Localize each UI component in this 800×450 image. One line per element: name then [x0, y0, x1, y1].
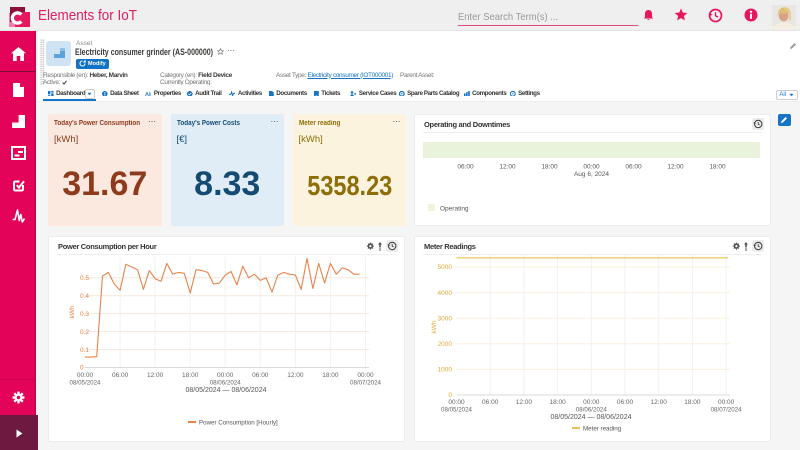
- svg-text:06:00: 06:00: [617, 399, 634, 406]
- svg-text:18:00: 18:00: [182, 372, 199, 379]
- svg-text:08/07/2024: 08/07/2024: [711, 407, 743, 414]
- svg-text:00:00: 00:00: [718, 399, 735, 406]
- svg-text:12:00: 12:00: [651, 399, 668, 406]
- svg-text:1000: 1000: [438, 367, 453, 374]
- svg-text:kWh: kWh: [69, 305, 76, 318]
- svg-text:00:00: 00:00: [583, 164, 600, 171]
- svg-text:0: 0: [80, 365, 84, 372]
- svg-text:06:00: 06:00: [112, 372, 129, 379]
- svg-text:18:00: 18:00: [549, 399, 566, 406]
- svg-text:00:00: 00:00: [217, 372, 234, 379]
- svg-text:kWh: kWh: [431, 320, 438, 333]
- svg-text:18:00: 18:00: [684, 399, 701, 406]
- svg-text:0: 0: [448, 392, 452, 399]
- svg-text:00:00: 00:00: [357, 372, 374, 379]
- svg-text:0.4: 0.4: [80, 293, 89, 300]
- svg-text:12:00: 12:00: [516, 399, 533, 406]
- svg-text:06:00: 06:00: [457, 164, 474, 171]
- svg-text:18:00: 18:00: [709, 164, 726, 171]
- svg-text:0.5: 0.5: [80, 275, 89, 282]
- svg-text:06:00: 06:00: [482, 399, 499, 406]
- svg-text:18:00: 18:00: [322, 372, 339, 379]
- svg-text:06:00: 06:00: [252, 372, 269, 379]
- svg-text:00:00: 00:00: [448, 399, 465, 406]
- svg-text:08/07/2024: 08/07/2024: [350, 380, 382, 387]
- svg-text:Operating: Operating: [440, 206, 469, 213]
- svg-text:08/05/2024: 08/05/2024: [70, 380, 102, 387]
- svg-text:12:00: 12:00: [147, 372, 164, 379]
- svg-text:12:00: 12:00: [499, 164, 516, 171]
- svg-text:08/06/2024: 08/06/2024: [210, 380, 242, 387]
- svg-text:Meter reading: Meter reading: [583, 426, 622, 433]
- svg-text:08/05/2024: 08/05/2024: [441, 407, 473, 414]
- svg-text:0.3: 0.3: [80, 311, 89, 318]
- svg-text:0.1: 0.1: [80, 347, 89, 354]
- svg-text:08/06/2024: 08/06/2024: [576, 407, 608, 414]
- svg-text:12:00: 12:00: [667, 164, 684, 171]
- svg-text:5000: 5000: [438, 264, 453, 271]
- svg-text:06:00: 06:00: [625, 164, 642, 171]
- svg-text:Power Consumption [Hourly]: Power Consumption [Hourly]: [199, 420, 278, 427]
- svg-text:18:00: 18:00: [541, 164, 558, 171]
- svg-text:Aug 6, 2024: Aug 6, 2024: [574, 171, 609, 178]
- svg-text:4000: 4000: [438, 290, 453, 297]
- svg-text:00:00: 00:00: [583, 399, 600, 406]
- svg-text:08/05/2024 — 08/06/2024: 08/05/2024 — 08/06/2024: [186, 387, 267, 394]
- svg-text:0.2: 0.2: [80, 329, 89, 336]
- svg-text:3000: 3000: [438, 315, 453, 322]
- svg-text:12:00: 12:00: [287, 372, 304, 379]
- svg-text:00:00: 00:00: [77, 372, 94, 379]
- svg-text:2000: 2000: [438, 341, 453, 348]
- svg-text:08/05/2024 — 08/06/2024: 08/05/2024 — 08/06/2024: [551, 414, 632, 421]
